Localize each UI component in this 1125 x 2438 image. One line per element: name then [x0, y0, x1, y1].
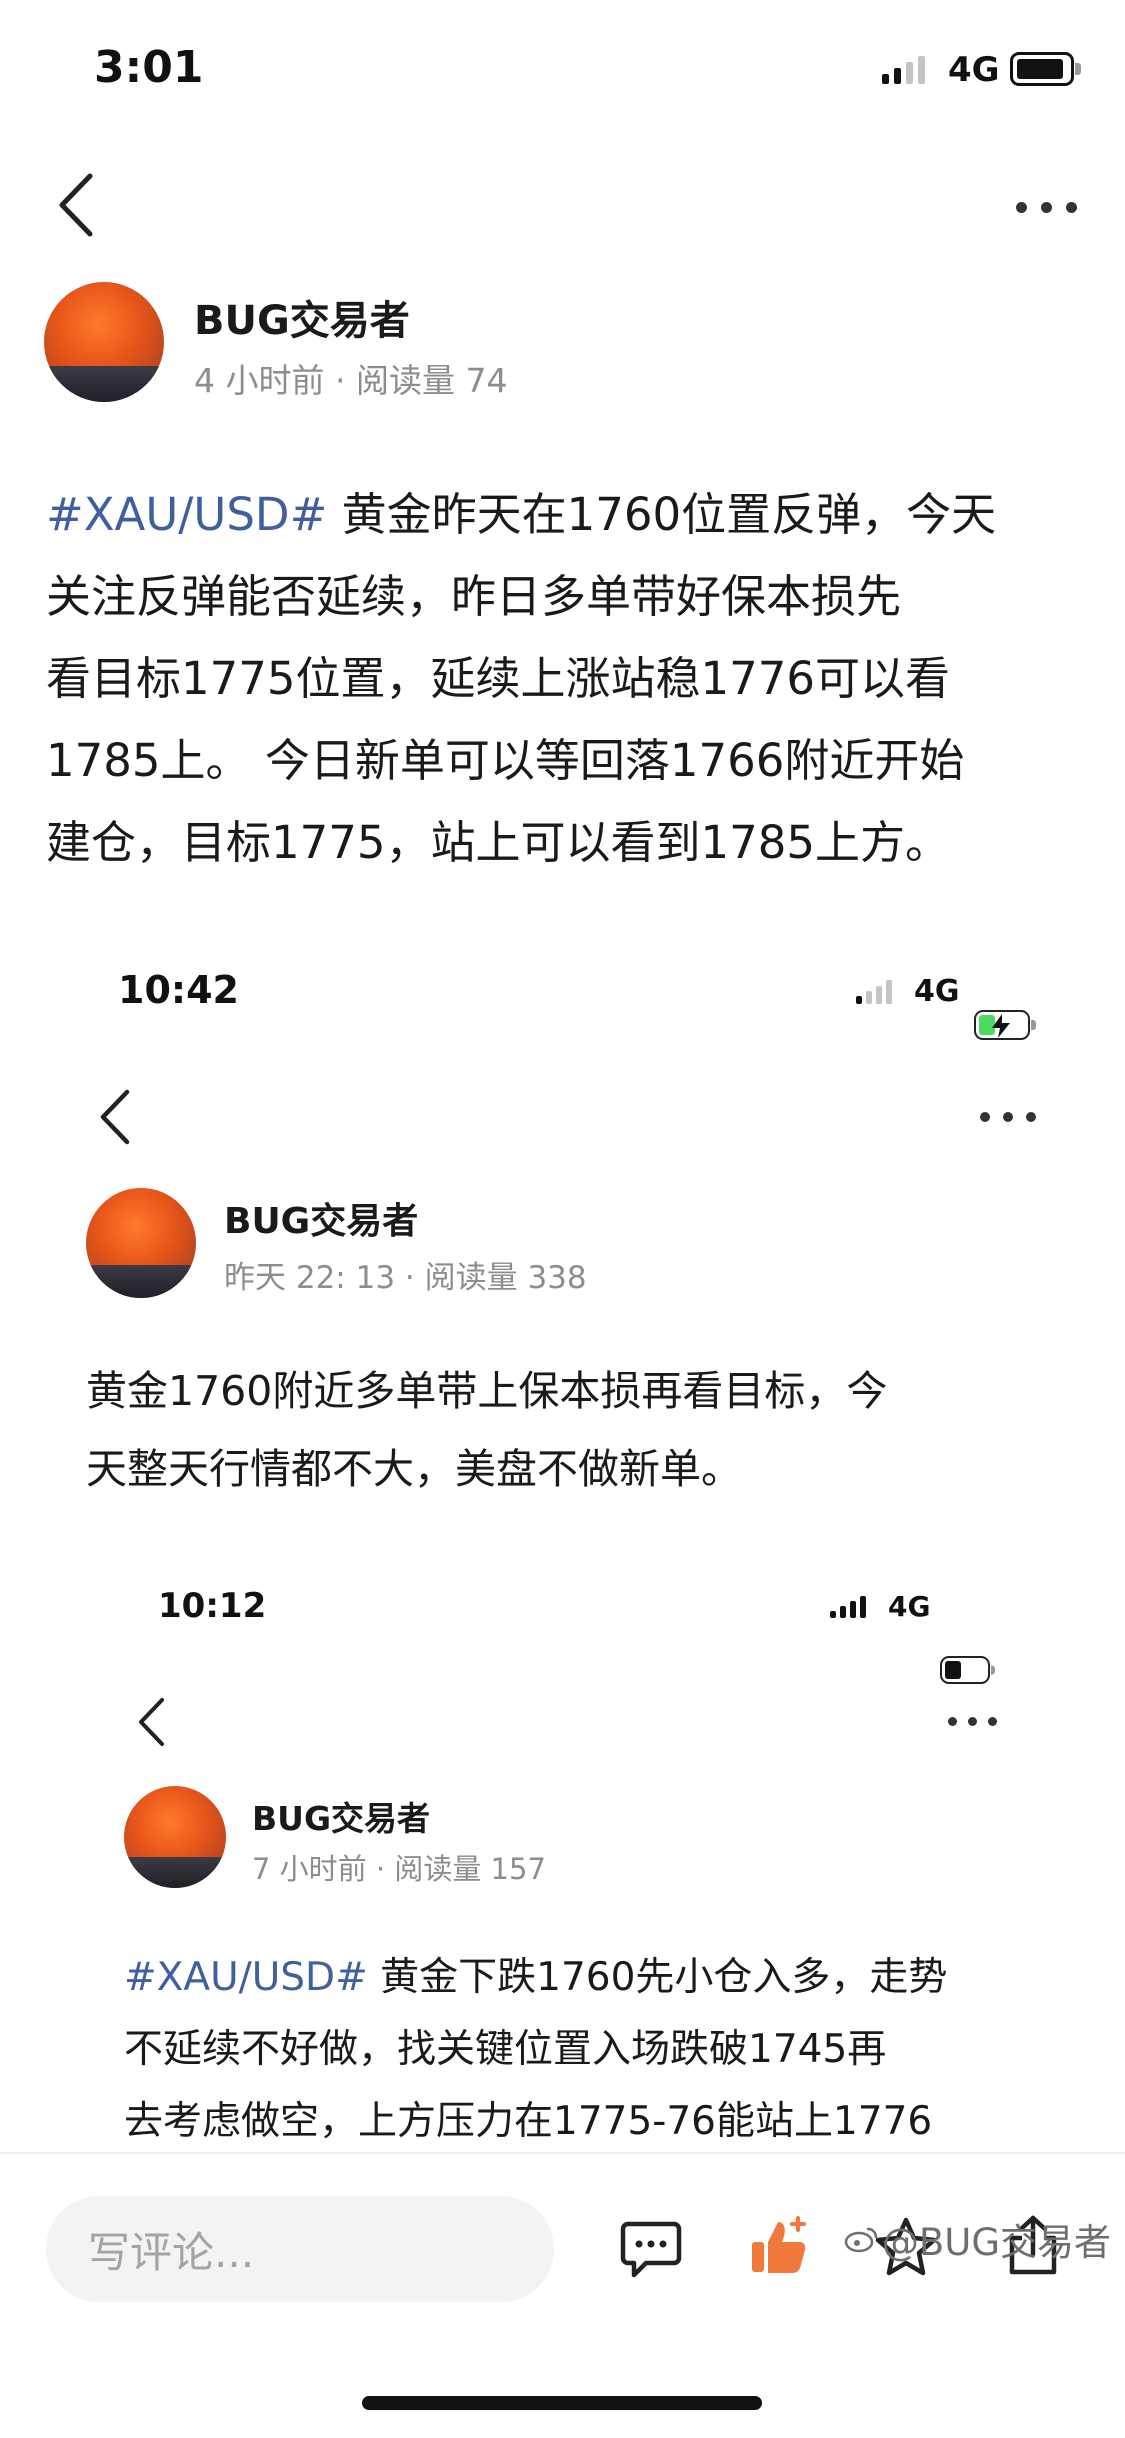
back-chevron-icon[interactable]	[136, 1696, 166, 1748]
back-chevron-icon[interactable]	[98, 1088, 132, 1146]
author-name[interactable]: BUG交易者	[252, 1792, 430, 1840]
post-meta: 昨天 22: 13 · 阅读量 338	[224, 1260, 587, 1296]
comment-placeholder: 写评论...	[88, 2227, 255, 2277]
post-body: 黄金1760附近多单带上保本损再看目标，今 天整天行情都不大，美盘不做新单。	[86, 1352, 1086, 1508]
post-line: 关注反弹能否延续，昨日多单带好保本损先	[46, 570, 902, 623]
hashtag-link[interactable]: #XAU/USD#	[46, 488, 327, 541]
bottom-action-bar: 写评论...	[0, 2152, 1125, 2438]
post-line: 去考虑做空，上方压力在1775-76能站上1776	[124, 2099, 933, 2144]
watermark-text: @BUG交易者	[881, 2221, 1111, 2264]
weibo-logo-icon	[844, 2227, 878, 2253]
status-time: 10:42	[118, 968, 239, 1012]
post-meta: 7 小时前 · 阅读量 157	[252, 1852, 546, 1886]
author-avatar[interactable]	[44, 282, 164, 402]
post-line: 天整天行情都不大，美盘不做新单。	[86, 1445, 742, 1493]
status-time: 10:12	[158, 1586, 267, 1626]
screen-1: 3:01 4G BUG交易者 4 小时前 · 阅读量 74 #XAU/USD# …	[0, 0, 1125, 869]
home-indicator	[362, 2396, 762, 2410]
post-line: 建仓，目标1775，站上可以看到1785上方。	[46, 816, 951, 869]
network-label: 4G	[948, 50, 1000, 90]
battery-icon	[1010, 52, 1081, 86]
signal-icon	[856, 980, 892, 1004]
author-avatar[interactable]	[86, 1188, 196, 1298]
author-name[interactable]: BUG交易者	[224, 1192, 418, 1244]
post-body: #XAU/USD# 黄金下跌1760先小仓入多，走势 不延续不好做，找关键位置入…	[124, 1942, 1084, 2158]
network-label: 4G	[888, 1590, 931, 1623]
author-name[interactable]: BUG交易者	[194, 288, 410, 346]
post-line: 看目标1775位置，延续上涨站稳1776可以看	[46, 652, 951, 705]
post-line: 黄金1760附近多单带上保本损再看目标，今	[86, 1367, 888, 1415]
signal-icon	[882, 56, 925, 84]
more-options-icon[interactable]	[980, 1112, 1036, 1122]
chat-bubble-icon[interactable]	[620, 2220, 682, 2280]
battery-icon	[940, 1656, 995, 1684]
author-avatar[interactable]	[124, 1786, 226, 1888]
comment-input[interactable]: 写评论...	[46, 2196, 554, 2302]
hashtag-link[interactable]: #XAU/USD#	[124, 1955, 368, 2000]
battery-charging-icon	[974, 1010, 1036, 1040]
post-line: 不延续不好做，找关键位置入场跌破1745再	[124, 2027, 887, 2072]
more-options-icon[interactable]	[948, 1717, 998, 1726]
back-chevron-icon[interactable]	[56, 172, 96, 238]
network-label: 4G	[914, 974, 960, 1009]
post-line: #XAU/USD# 黄金下跌1760先小仓入多，走势	[124, 1955, 948, 2000]
watermark: @BUG交易者	[844, 2212, 1111, 2266]
post-line: 1785上。 今日新单可以等回落1766附近开始	[46, 734, 965, 787]
status-time: 3:01	[94, 42, 204, 93]
post-meta: 4 小时前 · 阅读量 74	[194, 361, 508, 400]
post-body: #XAU/USD# 黄金昨天在1760位置反弹，今天 关注反弹能否延续，昨日多单…	[46, 474, 1096, 884]
thumbs-up-icon[interactable]	[748, 2216, 810, 2278]
signal-icon	[830, 1596, 866, 1618]
more-options-icon[interactable]	[1016, 202, 1078, 214]
post-line: #XAU/USD# 黄金昨天在1760位置反弹，今天	[46, 488, 997, 541]
